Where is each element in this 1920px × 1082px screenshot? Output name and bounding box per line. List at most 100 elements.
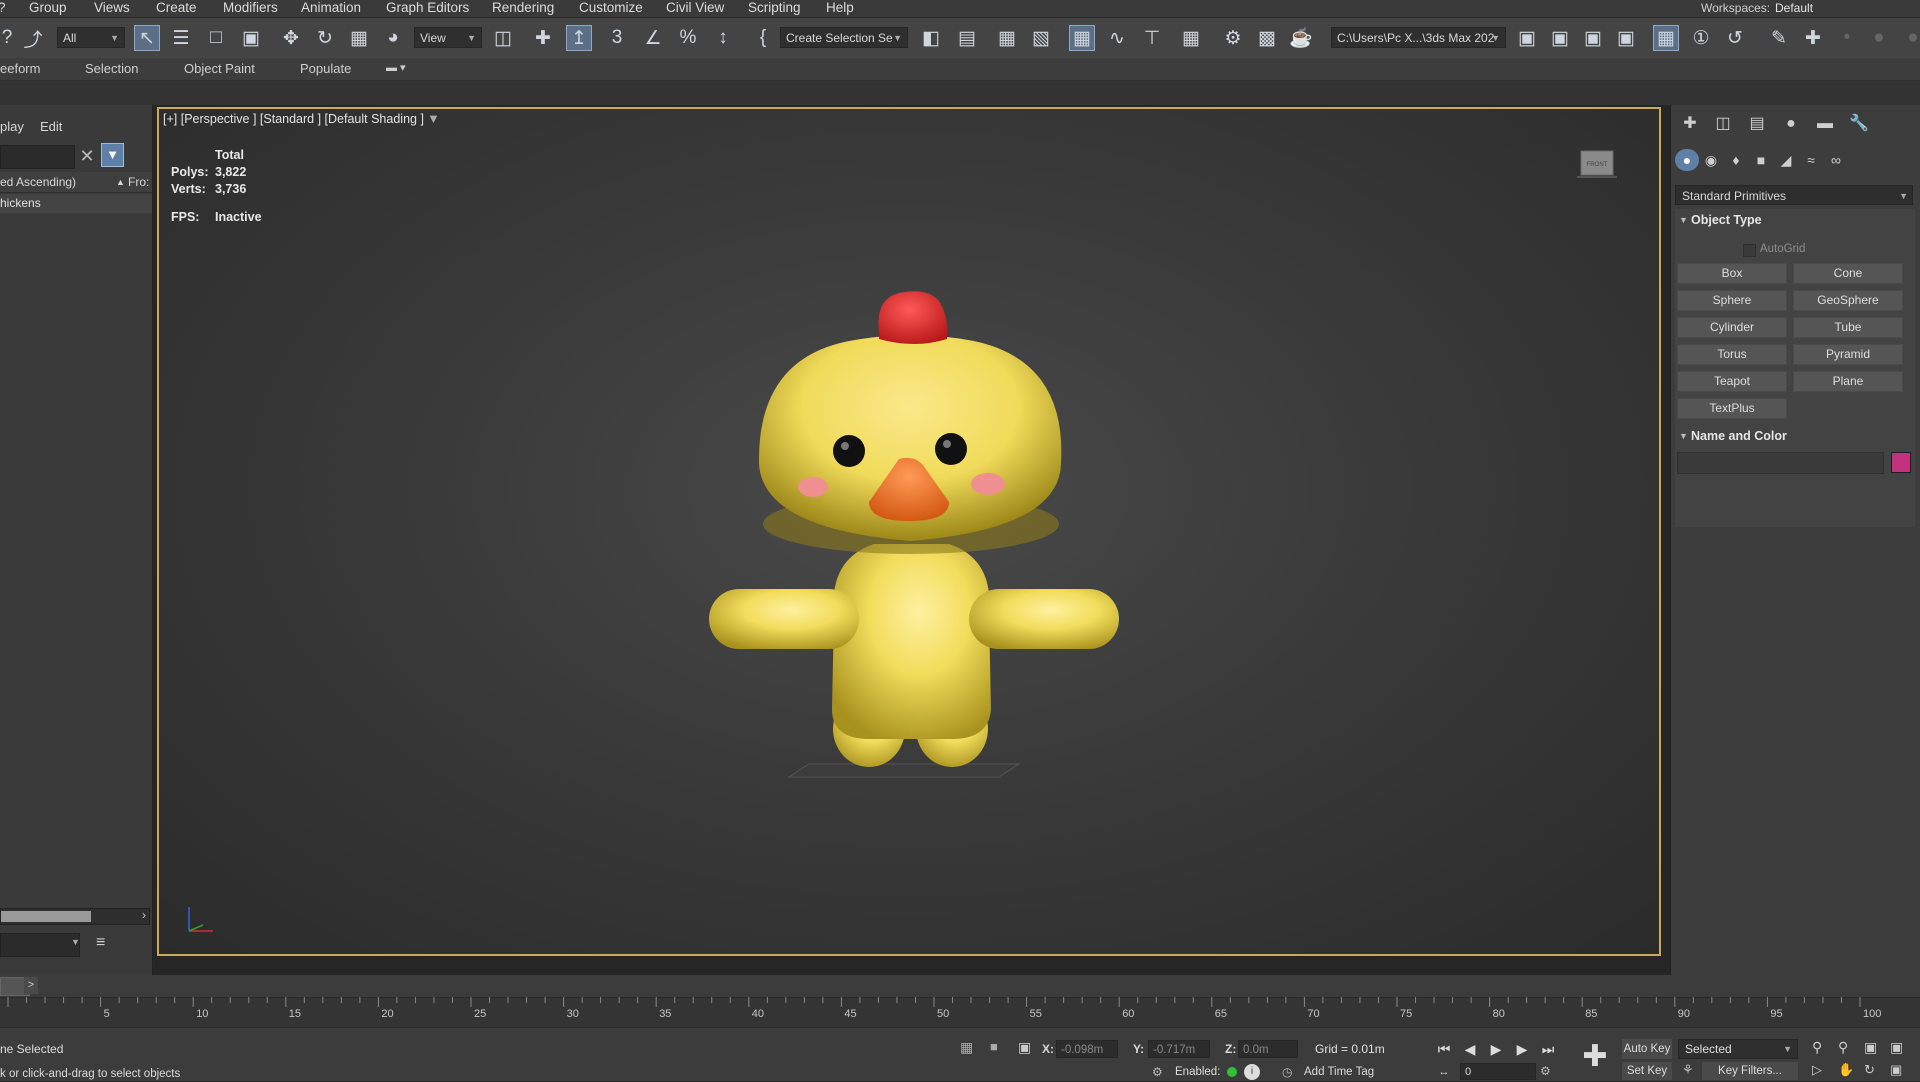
menu-group[interactable]: Group — [29, 0, 67, 16]
link-icon[interactable]: ⤴ — [20, 25, 46, 51]
isolate-icon[interactable]: ▦ — [960, 1039, 973, 1056]
chevron-down-icon[interactable]: ▼ — [71, 937, 80, 947]
info-icon[interactable]: i — [1244, 1064, 1260, 1080]
zoom-icon[interactable]: ⚲ — [1812, 1039, 1822, 1056]
time-tag-icon[interactable]: ◷ — [1282, 1065, 1292, 1079]
layers-icon[interactable]: ≡ — [96, 934, 105, 952]
undo-icon[interactable]: ? — [0, 25, 20, 51]
frozen-header[interactable]: Fro: — [128, 172, 149, 192]
scrollbar-thumb[interactable] — [1, 911, 91, 922]
object-name-field[interactable] — [1677, 452, 1884, 474]
torus-button[interactable]: Torus — [1677, 344, 1787, 365]
helpers-icon[interactable]: ◢ — [1774, 149, 1798, 171]
list-item[interactable]: hickens — [0, 194, 152, 213]
time-config-icon[interactable]: ⚙ — [1540, 1064, 1551, 1078]
viewport-filter-icon[interactable]: ▼ — [427, 111, 440, 126]
motion-tab-icon[interactable]: ● — [1778, 113, 1804, 135]
go-to-end-icon[interactable]: ⏭ — [1538, 1039, 1558, 1059]
window-crossing-icon[interactable]: ▣ — [238, 25, 264, 51]
menu-animation[interactable]: Animation — [301, 0, 361, 16]
refresh-icon[interactable]: ↺ — [1722, 25, 1748, 51]
absolute-mode-icon[interactable]: ▣ — [1018, 1039, 1031, 1056]
column-header[interactable]: ed Ascending) ▲ Fro: — [0, 172, 152, 193]
add-time-tag[interactable]: Add Time Tag — [1304, 1066, 1374, 1078]
box-button[interactable]: Box — [1677, 263, 1787, 284]
current-frame-field[interactable]: 0 — [1460, 1063, 1536, 1080]
menu-customize[interactable]: Customize — [579, 0, 643, 16]
systems-icon[interactable]: ∞ — [1824, 149, 1848, 171]
go-to-start-icon[interactable]: ⏮ — [1434, 1039, 1454, 1059]
display-tab-icon[interactable]: ▬ — [1812, 113, 1838, 135]
angle-snap-icon[interactable]: ∠ — [640, 25, 666, 51]
container-open-icon[interactable]: ▣ — [1547, 25, 1573, 51]
menu-views[interactable]: Views — [94, 0, 130, 16]
modify-tab-icon[interactable]: ◫ — [1710, 113, 1736, 135]
zoom-extents-all-icon[interactable]: ▣ — [1890, 1039, 1903, 1056]
render-production-icon[interactable]: ☕ — [1288, 25, 1314, 51]
hierarchy-tab-icon[interactable]: ▤ — [1744, 113, 1770, 135]
tab-selection[interactable]: Selection — [85, 61, 138, 76]
y-coordinate-field[interactable]: -0.717m — [1148, 1040, 1210, 1058]
move-icon[interactable]: ✥ — [278, 25, 304, 51]
create-tab-icon[interactable]: ✚ — [1677, 113, 1703, 135]
named-selection-set-dropdown[interactable]: Create Selection Se ▼ — [780, 27, 908, 48]
filter-icon[interactable]: ▼ — [101, 143, 124, 167]
play-icon[interactable]: ▶ — [1486, 1039, 1506, 1059]
tab-freeform[interactable]: eeform — [0, 61, 40, 76]
tab-object-paint[interactable]: Object Paint — [184, 61, 255, 76]
scale-icon[interactable]: ▦ — [346, 25, 372, 51]
key-selection-dropdown[interactable]: Selected ▼ — [1678, 1039, 1798, 1059]
toggle-ribbon-icon[interactable]: ▧ — [1028, 25, 1054, 51]
select-manipulate-icon[interactable]: ✚ — [530, 25, 556, 51]
render-setup-icon[interactable]: ⚙ — [1220, 25, 1246, 51]
rendered-frame-window-icon[interactable]: ▩ — [1254, 25, 1280, 51]
tool-icon[interactable]: ✚ — [1800, 25, 1826, 51]
menu-scripting[interactable]: Scripting — [748, 0, 801, 16]
key-mode-icon[interactable]: ↔ — [1434, 1062, 1454, 1082]
primitive-category-dropdown[interactable]: Standard Primitives ▼ — [1675, 185, 1913, 205]
tab-populate[interactable]: Populate — [300, 61, 351, 76]
perspective-viewport[interactable]: [+] [Perspective ] [Standard ] [Default … — [157, 107, 1661, 956]
previous-frame-icon[interactable]: ◀ — [1460, 1039, 1480, 1059]
container-close-icon[interactable]: ▣ — [1580, 25, 1606, 51]
plane-button[interactable]: Plane — [1793, 371, 1903, 392]
spinner-snap-icon[interactable]: ↕ — [710, 25, 736, 51]
keyboard-shortcut-override-icon[interactable]: ↥ — [566, 25, 592, 51]
reference-coordinate-dropdown[interactable]: View ▼ — [414, 27, 482, 48]
scene-search-input[interactable] — [0, 145, 75, 169]
material-editor-icon[interactable]: ▦ — [1178, 25, 1204, 51]
shapes-icon[interactable]: ◉ — [1699, 149, 1723, 171]
curve-editor-icon[interactable]: ∿ — [1104, 25, 1130, 51]
horizontal-scrollbar[interactable]: › — [0, 908, 150, 925]
layer-explorer-icon[interactable]: ▦ — [994, 25, 1020, 51]
clear-search-icon[interactable]: ✕ — [78, 145, 96, 167]
name-color-header[interactable]: ▼ Name and Color — [1675, 425, 1915, 447]
set-key-button[interactable]: Set Key — [1622, 1062, 1672, 1080]
rotate-icon[interactable]: ↻ — [312, 25, 338, 51]
container-edit-icon[interactable]: ▣ — [1613, 25, 1639, 51]
viewcube[interactable]: FRONT — [1577, 149, 1617, 179]
cone-button[interactable]: Cone — [1793, 263, 1903, 284]
edit-named-selection-icon[interactable]: { — [750, 25, 776, 51]
place-icon[interactable]: ◕ — [380, 25, 406, 51]
pivot-center-icon[interactable]: ◫ — [490, 25, 516, 51]
select-by-name-icon[interactable]: ☰ — [168, 25, 194, 51]
sort-header[interactable]: ed Ascending) — [0, 172, 76, 192]
z-coordinate-field[interactable]: 0.0m — [1238, 1040, 1298, 1058]
track-bar[interactable]: 5 10 15 20 25 30 35 40 45 50 55 60 65 70 75 80 85 90 95 100 — [0, 985, 1920, 1025]
cameras-icon[interactable]: ■ — [1749, 149, 1773, 171]
object-type-header[interactable]: ▼ Object Type — [1675, 209, 1915, 231]
menu-modifiers[interactable]: Modifiers — [223, 0, 278, 16]
mirror-icon[interactable]: ◧ — [918, 25, 944, 51]
pyramid-button[interactable]: Pyramid — [1793, 344, 1903, 365]
rectangular-selection-icon[interactable]: □ — [203, 25, 229, 51]
autodesk-account-icon[interactable]: ① — [1688, 25, 1714, 51]
space-warps-icon[interactable]: ≈ — [1799, 149, 1823, 171]
project-folder-dropdown[interactable]: C:\Users\Pc X...\3ds Max 202 ▼ — [1331, 27, 1506, 48]
key-filters-button[interactable]: Key Filters... — [1702, 1062, 1798, 1080]
paint-icon[interactable]: ✎ — [1766, 25, 1792, 51]
maximize-viewport-icon[interactable]: ▣ — [1890, 1062, 1902, 1078]
menu-rendering[interactable]: Rendering — [492, 0, 554, 16]
set-keys-icon[interactable]: ✚ — [1580, 1042, 1610, 1072]
key-filter-icon[interactable]: ⚘ — [1682, 1062, 1694, 1078]
